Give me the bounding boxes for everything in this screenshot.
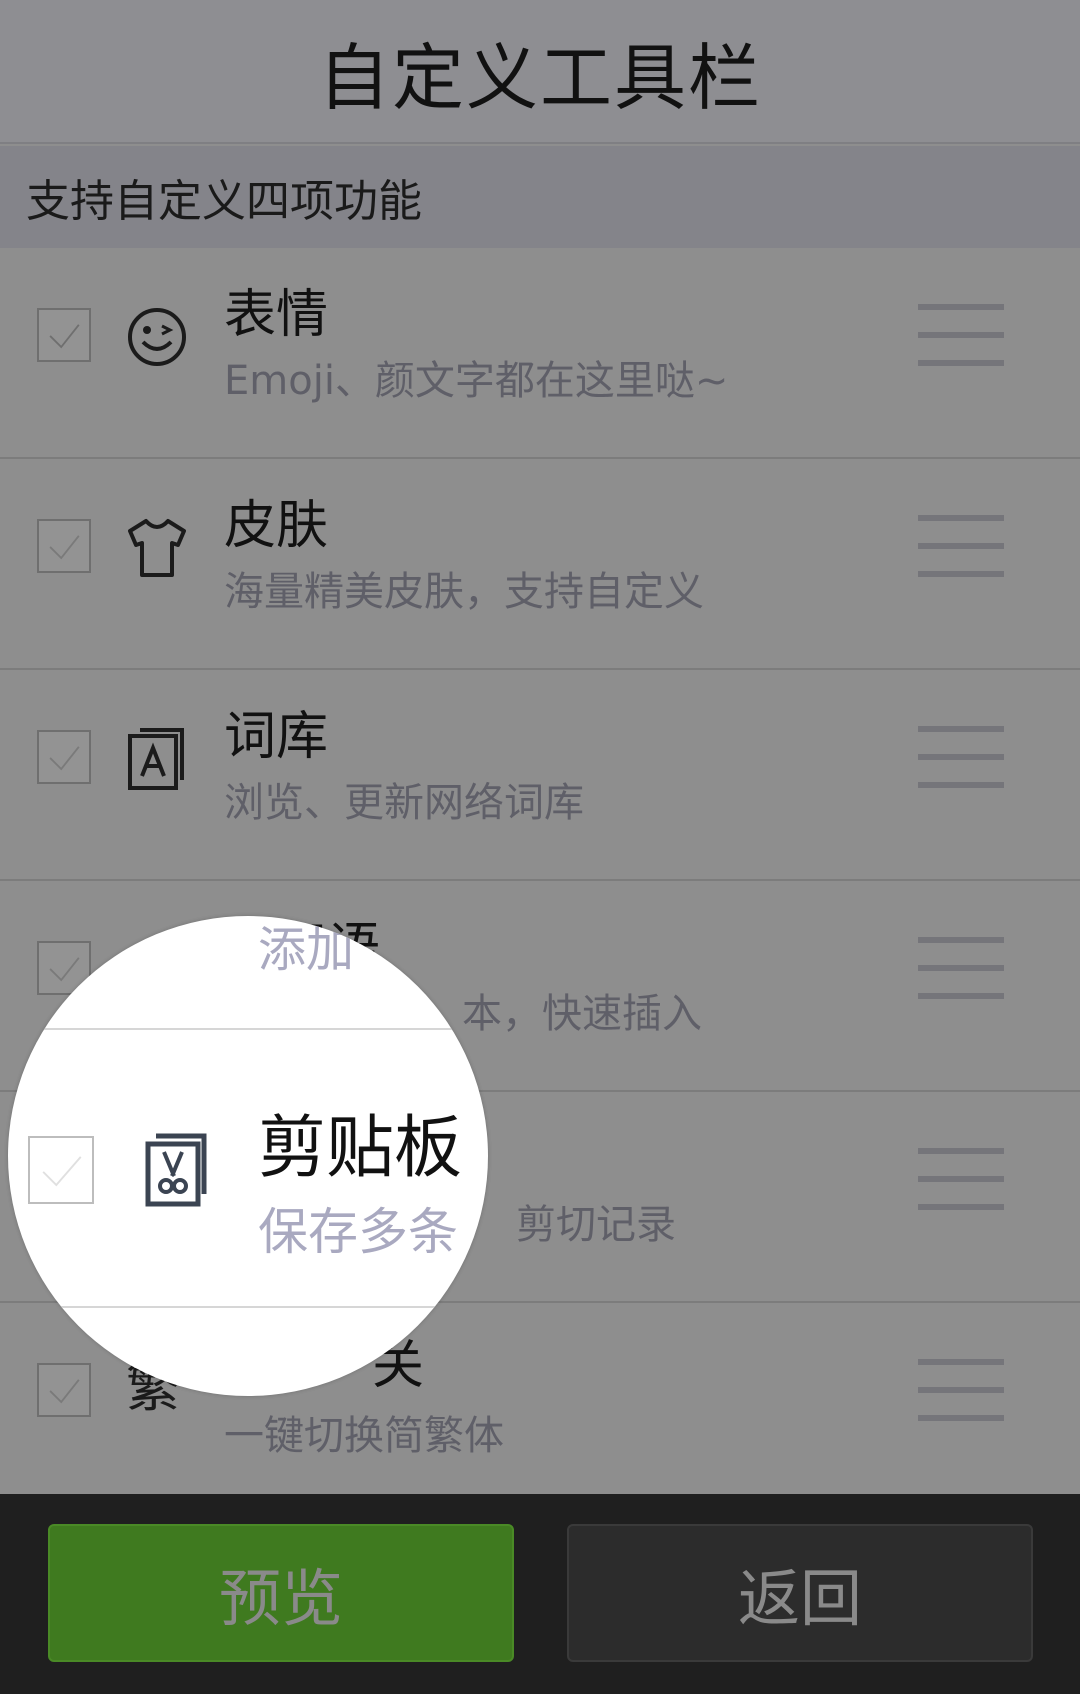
item-description: 本，快速插入 [462, 991, 702, 1037]
item-description: 一键切换简繁体 [224, 1413, 504, 1459]
item-description: 海量精美皮肤，支持自定义 [224, 569, 704, 615]
drag-handle-icon[interactable] [918, 1148, 1004, 1210]
drag-handle-icon[interactable] [918, 515, 1004, 577]
bottom-action-bar: 预览 返回 [0, 1494, 1080, 1694]
list-item-emoji[interactable]: 表情 Emoji、颜文字都在这里哒~ [0, 248, 1080, 459]
item-title: 皮肤 [224, 496, 329, 556]
preview-button[interactable]: 预览 [48, 1524, 514, 1662]
drag-handle-icon[interactable] [918, 937, 1004, 999]
page-title: 自定义工具栏 [317, 35, 762, 120]
item-checkbox[interactable] [37, 1363, 91, 1417]
item-description: 剪切记录 [516, 1202, 676, 1248]
drag-handle-icon[interactable] [918, 1359, 1004, 1421]
item-description: Emoji、颜文字都在这里哒~ [224, 358, 729, 404]
divider [8, 1306, 488, 1308]
section-hint: 支持自定义四项功能 [0, 146, 1080, 248]
magnified-checkbox[interactable] [28, 1136, 94, 1204]
magnified-text-above: 添加 [258, 922, 355, 978]
item-checkbox[interactable] [37, 519, 91, 573]
item-description: 浏览、更新网络词库 [224, 780, 584, 826]
item-title: 词库 [224, 707, 329, 767]
drag-handle-icon[interactable] [918, 304, 1004, 366]
emoji-face-icon [126, 304, 188, 370]
magnified-title: 剪贴板 [258, 1109, 463, 1188]
section-hint-text: 支持自定义四项功能 [26, 176, 422, 227]
list-item-dictionary[interactable]: 词库 浏览、更新网络词库 [0, 670, 1080, 881]
magnified-description: 保存多条 [258, 1203, 458, 1261]
divider [8, 1028, 488, 1030]
item-checkbox[interactable] [37, 730, 91, 784]
list-item-skin[interactable]: 皮肤 海量精美皮肤，支持自定义 [0, 459, 1080, 670]
item-title: 表情 [224, 285, 329, 345]
item-checkbox[interactable] [37, 308, 91, 362]
back-button[interactable]: 返回 [567, 1524, 1033, 1662]
tshirt-icon [126, 515, 188, 581]
drag-handle-icon[interactable] [918, 726, 1004, 788]
magnifier-lens: 添加 剪贴板 保存多条 [8, 916, 488, 1396]
header-bar: 自定义工具栏 [0, 0, 1080, 144]
dictionary-icon [126, 726, 188, 792]
clipboard-scissors-icon [144, 1132, 208, 1208]
